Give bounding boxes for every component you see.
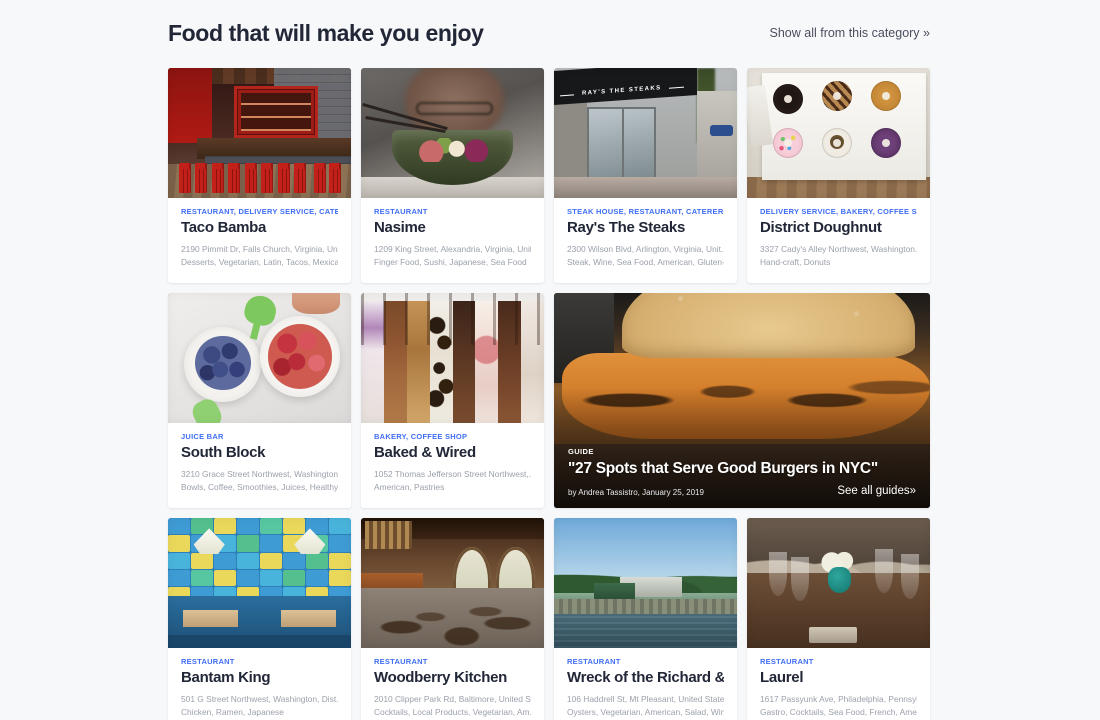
venue-info: RESTAURANT Nasime 1209 King Street, Alex… (361, 198, 544, 279)
venue-tags: Desserts, Vegetarian, Latin, Tacos, Mexi… (181, 257, 338, 268)
venue-tags: Bowls, Coffee, Smoothies, Juices, Health… (181, 482, 338, 493)
venue-card-nasime[interactable]: RESTAURANT Nasime 1209 King Street, Alex… (361, 68, 544, 283)
venue-name: Wreck of the Richard & ... (567, 669, 724, 686)
venue-info: RESTAURANT Wreck of the Richard & ... 10… (554, 648, 737, 720)
venue-address: 1052 Thomas Jefferson Street Northwest,.… (374, 469, 531, 479)
venue-tags: Gastro, Cocktails, Sea Food, French, Ame… (760, 707, 917, 718)
thumbnail-edge (554, 68, 737, 198)
guide-text-block: GUIDE "27 Spots that Serve Good Burgers … (568, 447, 916, 497)
venue-info: RESTAURANT Bantam King 501 G Street Nort… (168, 648, 351, 720)
venue-thumbnail[interactable]: RAY'S THE STEAKS (554, 68, 737, 198)
venue-card-baked-and-wired[interactable]: BAKERY, COFFEE SHOP Baked & Wired 1052 T… (361, 293, 544, 508)
venue-thumbnail[interactable] (361, 68, 544, 198)
venue-thumbnail[interactable] (554, 518, 737, 648)
page-title: Food that will make you enjoy (168, 19, 484, 46)
venue-address: 2190 Pimmit Dr, Falls Church, Virginia, … (181, 244, 338, 254)
venue-info: RESTAURANT Woodberry Kitchen 2010 Clippe… (361, 648, 544, 720)
venue-categories: RESTAURANT (374, 657, 428, 666)
venue-categories: RESTAURANT, DELIVERY SERVICE, CATERER (181, 207, 338, 216)
guide-kicker: GUIDE (568, 447, 594, 456)
venue-address: 1209 King Street, Alexandria, Virginia, … (374, 244, 531, 254)
venue-card-taco-bamba[interactable]: RESTAURANT, DELIVERY SERVICE, CATERER Ta… (168, 68, 351, 283)
venue-info: JUICE BAR South Block 3210 Grace Street … (168, 423, 351, 504)
venue-tags: Hand-craft, Donuts (760, 257, 831, 268)
page-header: Food that will make you enjoy Show all f… (168, 12, 930, 54)
venue-thumbnail[interactable] (747, 518, 930, 648)
guide-card[interactable]: GUIDE "27 Spots that Serve Good Burgers … (554, 293, 930, 508)
venue-categories: JUICE BAR (181, 432, 224, 441)
venue-categories: STEAK HOUSE, RESTAURANT, CATERER (567, 207, 724, 216)
venue-info: STEAK HOUSE, RESTAURANT, CATERER Ray's T… (554, 198, 737, 279)
venue-name: Ray's The Steaks (567, 219, 685, 236)
venue-grid: RESTAURANT, DELIVERY SERVICE, CATERER Ta… (168, 68, 930, 720)
venue-thumbnail[interactable] (168, 518, 351, 648)
venue-address: 2300 Wilson Blvd, Arlington, Virginia, U… (567, 244, 724, 254)
thumbnail-edge (747, 518, 930, 648)
venue-info: DELIVERY SERVICE, BAKERY, COFFEE SHOP Di… (747, 198, 930, 279)
venue-address: 3210 Grace Street Northwest, Washington.… (181, 469, 338, 479)
venue-info: RESTAURANT Laurel 1617 Passyunk Ave, Phi… (747, 648, 930, 720)
see-all-guides-link[interactable]: See all guides» (837, 485, 916, 497)
thumbnail-edge (361, 293, 544, 423)
thumbnail-edge (168, 518, 351, 648)
thumbnail-edge (361, 68, 544, 198)
venue-name: Taco Bamba (181, 219, 267, 236)
venue-address: 106 Haddrell St, Mt Pleasant, United Sta… (567, 694, 724, 704)
venue-tags: Cocktails, Local Products, Vegetarian, A… (374, 707, 531, 718)
thumbnail-edge (168, 68, 351, 198)
venue-card-bantam-king[interactable]: RESTAURANT Bantam King 501 G Street Nort… (168, 518, 351, 720)
venue-card-laurel[interactable]: RESTAURANT Laurel 1617 Passyunk Ave, Phi… (747, 518, 930, 720)
guide-byline: by Andrea Tassistro, January 25, 2019 (568, 488, 704, 497)
thumbnail-edge (554, 518, 737, 648)
venue-card-rays-the-steaks[interactable]: RAY'S THE STEAKS STEAK HOUSE, RESTAURANT… (554, 68, 737, 283)
venue-name: Woodberry Kitchen (374, 669, 507, 686)
venue-address: 3327 Cady's Alley Northwest, Washington.… (760, 244, 917, 254)
venue-tags: Finger Food, Sushi, Japanese, Sea Food (374, 257, 527, 268)
venue-thumbnail[interactable] (361, 293, 544, 423)
venue-name: Baked & Wired (374, 444, 476, 461)
venue-card-south-block[interactable]: JUICE BAR South Block 3210 Grace Street … (168, 293, 351, 508)
venue-categories: RESTAURANT (760, 657, 814, 666)
venue-info: BAKERY, COFFEE SHOP Baked & Wired 1052 T… (361, 423, 544, 504)
venue-tags: Steak, Wine, Sea Food, American, Gluten-… (567, 257, 724, 268)
venue-name: District Doughnut (760, 219, 882, 236)
venue-tags: Oysters, Vegetarian, American, Salad, Wi… (567, 707, 724, 718)
thumbnail-edge (361, 518, 544, 648)
venue-categories: DELIVERY SERVICE, BAKERY, COFFEE SHOP (760, 207, 917, 216)
venue-categories: RESTAURANT (181, 657, 235, 666)
venue-thumbnail[interactable] (168, 293, 351, 423)
venue-name: Bantam King (181, 669, 271, 686)
venue-name: Nasime (374, 219, 426, 236)
venue-thumbnail[interactable] (168, 68, 351, 198)
venue-card-wreck-of-the-richard[interactable]: RESTAURANT Wreck of the Richard & ... 10… (554, 518, 737, 720)
guide-title: "27 Spots that Serve Good Burgers in NYC… (568, 460, 878, 477)
venue-address: 1617 Passyunk Ave, Philadelphia, Pennsyl… (760, 694, 917, 704)
venue-card-district-doughnut[interactable]: DELIVERY SERVICE, BAKERY, COFFEE SHOP Di… (747, 68, 930, 283)
venue-address: 2010 Clipper Park Rd, Baltimore, United … (374, 694, 531, 704)
venue-address: 501 G Street Northwest, Washington, Dist… (181, 694, 338, 704)
venue-card-woodberry-kitchen[interactable]: RESTAURANT Woodberry Kitchen 2010 Clippe… (361, 518, 544, 720)
venue-tags: Chicken, Ramen, Japanese (181, 707, 284, 718)
venue-tags: American, Pastries (374, 482, 445, 493)
thumbnail-edge (168, 293, 351, 423)
show-all-category-link[interactable]: Show all from this category » (770, 26, 931, 40)
venue-info: RESTAURANT, DELIVERY SERVICE, CATERER Ta… (168, 198, 351, 279)
venue-thumbnail[interactable] (747, 68, 930, 198)
venue-categories: RESTAURANT (374, 207, 428, 216)
category-page: Food that will make you enjoy Show all f… (0, 0, 1100, 720)
venue-name: Laurel (760, 669, 804, 686)
venue-name: South Block (181, 444, 266, 461)
venue-thumbnail[interactable] (361, 518, 544, 648)
venue-categories: RESTAURANT (567, 657, 621, 666)
thumbnail-edge (747, 68, 930, 198)
venue-categories: BAKERY, COFFEE SHOP (374, 432, 468, 441)
guide-footer: by Andrea Tassistro, January 25, 2019 Se… (568, 485, 916, 497)
